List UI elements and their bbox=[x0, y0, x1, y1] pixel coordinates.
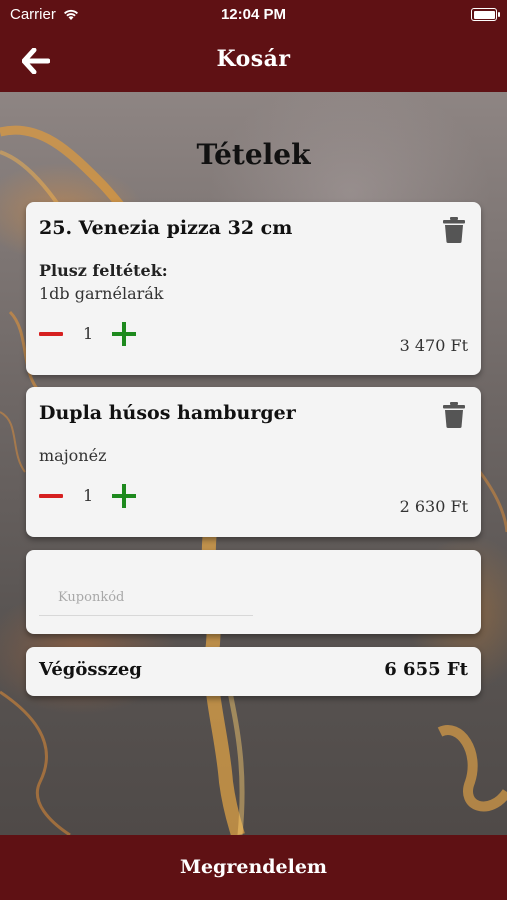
status-bar: Carrier 12:04 PM bbox=[0, 0, 507, 30]
item-name: 25. Venezia pizza 32 cm bbox=[39, 217, 293, 239]
total-label: Végösszeg bbox=[39, 659, 142, 680]
delete-item-button[interactable] bbox=[443, 217, 465, 243]
navigation-bar: Carrier 12:04 PM Kosár bbox=[0, 0, 507, 92]
cart-item: Dupla húsos hamburger majonéz 1 2 630 Ft bbox=[26, 387, 481, 537]
trash-icon bbox=[443, 217, 465, 243]
battery-icon bbox=[471, 8, 500, 21]
decrease-quantity-button[interactable] bbox=[39, 324, 65, 344]
increase-quantity-button[interactable] bbox=[112, 321, 138, 347]
coupon-card bbox=[26, 550, 481, 634]
cart-item: 25. Venezia pizza 32 cm Plusz feltétek: … bbox=[26, 202, 481, 375]
delete-item-button[interactable] bbox=[443, 402, 465, 428]
page-title: Kosár bbox=[216, 46, 291, 72]
trash-icon bbox=[443, 402, 465, 428]
total-value: 6 655 Ft bbox=[384, 659, 468, 680]
extras-label: Plusz feltétek: bbox=[39, 261, 168, 280]
coupon-input[interactable] bbox=[39, 580, 253, 616]
item-name: Dupla húsos hamburger bbox=[39, 402, 296, 424]
decrease-quantity-button[interactable] bbox=[39, 486, 65, 506]
items-heading: Tételek bbox=[196, 138, 311, 171]
item-price: 3 470 Ft bbox=[399, 336, 468, 355]
order-button[interactable]: Megrendelem bbox=[0, 835, 507, 900]
clock: 12:04 PM bbox=[220, 6, 287, 23]
extras-value: majonéz bbox=[39, 446, 107, 465]
extras-value: 1db garnélarák bbox=[39, 284, 164, 303]
increase-quantity-button[interactable] bbox=[112, 483, 138, 509]
quantity-value: 1 bbox=[83, 486, 94, 505]
item-price: 2 630 Ft bbox=[399, 497, 468, 516]
total-card: Végösszeg 6 655 Ft bbox=[26, 647, 481, 696]
quantity-value: 1 bbox=[83, 324, 94, 343]
